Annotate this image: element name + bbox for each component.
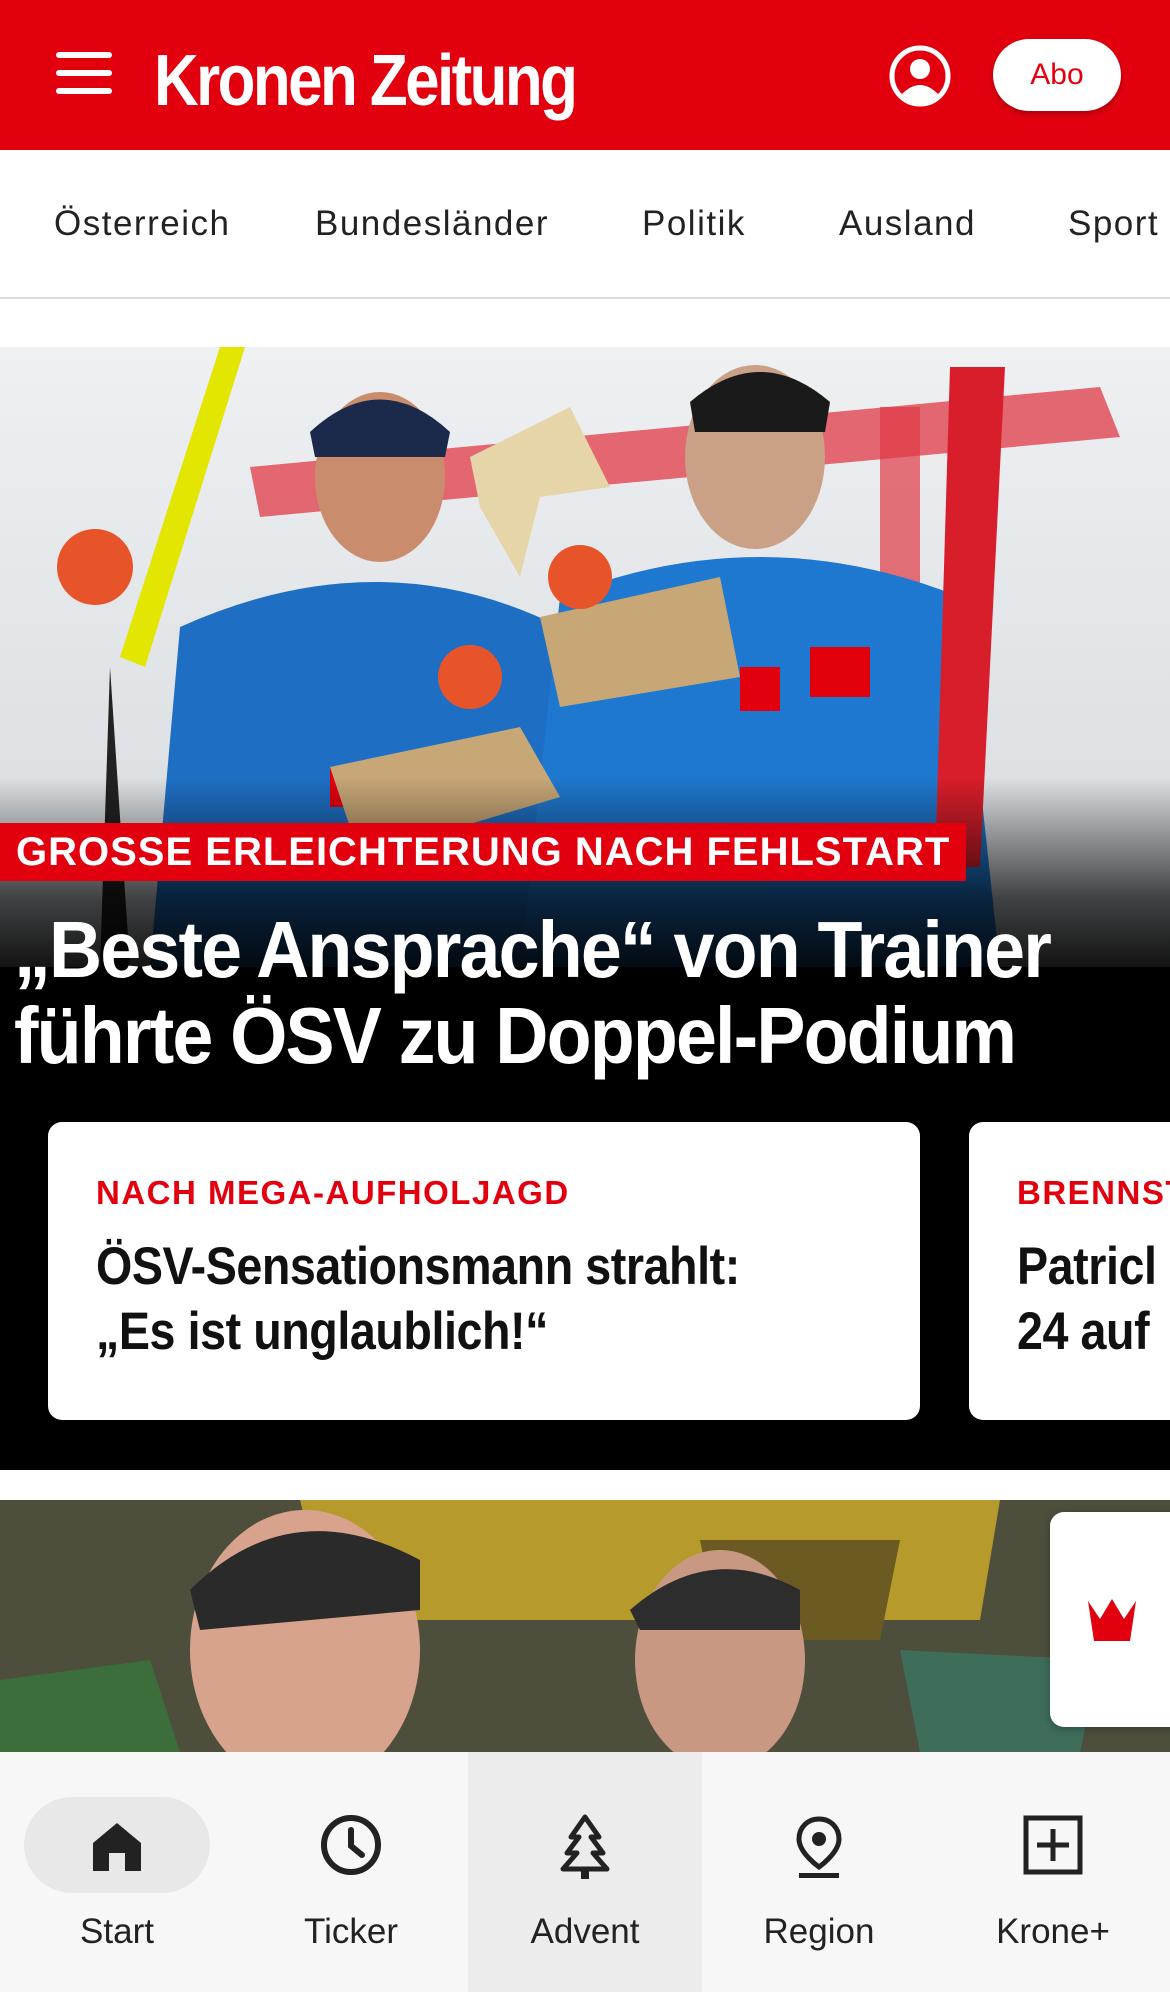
krone-plus-badge[interactable] [1050, 1512, 1170, 1727]
card-headline: ÖSV-Sensationsmann strahlt: „Es ist ungl… [96, 1237, 740, 1361]
bottom-nav-advent[interactable]: Advent [468, 1752, 702, 1992]
home-icon [93, 1823, 141, 1871]
story-image[interactable] [0, 1500, 1170, 1752]
teaser-card[interactable]: NACH MEGA-AUFHOLJAGD ÖSV-Sensationsmann … [48, 1122, 920, 1420]
card-kicker: BRENNST [1017, 1174, 1170, 1211]
bottom-nav-ticker[interactable]: Ticker [234, 1752, 468, 1992]
hero-headline[interactable]: „Beste Ansprache“ von Trainer führte ÖSV… [14, 907, 1072, 1079]
nav-item-bundeslaender[interactable]: Bundesländer [315, 204, 549, 244]
nav-item-sport[interactable]: Sport [1068, 204, 1159, 244]
bottom-nav-label: Krone+ [996, 1912, 1110, 1951]
hero-kicker[interactable]: GROSSE ERLEICHTERUNG NACH FEHLSTART [0, 823, 967, 881]
hero-section: GROSSE ERLEICHTERUNG NACH FEHLSTART „Bes… [0, 347, 1170, 1470]
card-kicker: NACH MEGA-AUFHOLJAGD [96, 1174, 570, 1211]
bottom-nav-label: Region [763, 1912, 875, 1951]
abo-button[interactable]: Abo [993, 39, 1121, 111]
plus-box-icon [1023, 1815, 1083, 1875]
nav-item-politik[interactable]: Politik [642, 204, 746, 244]
bottom-nav-region[interactable]: Region [702, 1752, 936, 1992]
nav-item-oesterreich[interactable]: Österreich [54, 204, 230, 244]
card-headline: Patricl 24 auf [1017, 1237, 1157, 1361]
bottom-nav-label: Ticker [304, 1912, 398, 1951]
bottom-nav-label: Start [80, 1912, 154, 1951]
nav-item-ausland[interactable]: Ausland [839, 204, 976, 244]
top-bar: Kronen Zeitung Abo [0, 0, 1170, 150]
category-nav: Österreich Bundesländer Politik Ausland … [0, 150, 1170, 299]
clock-icon [321, 1815, 381, 1875]
bottom-nav-kroneplus[interactable]: Krone+ [936, 1752, 1170, 1992]
account-icon[interactable] [888, 44, 952, 108]
tree-icon [560, 1814, 610, 1879]
crown-icon [1088, 1599, 1136, 1641]
bottom-navigation: Start Ticker Advent Region Krone+ [0, 1752, 1170, 1992]
bottom-nav-label: Advent [530, 1912, 640, 1951]
location-icon [796, 1816, 842, 1878]
logo[interactable]: Kronen Zeitung [154, 40, 578, 122]
bottom-nav-start[interactable]: Start [0, 1752, 234, 1992]
teaser-card[interactable]: BRENNST Patricl 24 auf [969, 1122, 1170, 1420]
hamburger-menu-icon[interactable] [56, 52, 112, 94]
